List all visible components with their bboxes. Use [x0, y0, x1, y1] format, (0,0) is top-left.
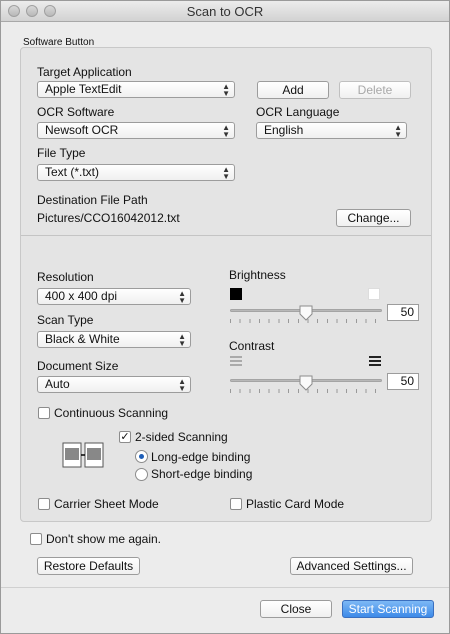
resolution-value: 400 x 400 dpi	[45, 289, 118, 303]
bottom-divider	[1, 587, 449, 588]
dark-square-icon	[230, 288, 242, 300]
document-size-select[interactable]: Auto ▲ ▼	[37, 376, 191, 393]
popup-arrows-icon: ▲ ▼	[178, 289, 186, 305]
target-application-label: Target Application	[37, 65, 132, 79]
popup-arrows-icon: ▲ ▼	[222, 165, 230, 181]
continuous-scanning-label: Continuous Scanning	[54, 406, 169, 420]
dont-show-checkbox[interactable]	[30, 533, 42, 545]
plastic-card-checkbox[interactable]	[230, 498, 242, 510]
plastic-card-label: Plastic Card Mode	[246, 497, 345, 511]
brightness-label: Brightness	[229, 268, 286, 282]
carrier-sheet-checkbox[interactable]	[38, 498, 50, 510]
brightness-slider[interactable]	[230, 305, 382, 335]
two-sided-scanning-label: 2-sided Scanning	[135, 430, 228, 444]
contrast-slider-thumb[interactable]	[299, 375, 313, 391]
ocr-language-value: English	[264, 123, 304, 137]
destination-label: Destination File Path	[37, 193, 148, 207]
two-sided-scanning-checkbox[interactable]: ✓	[119, 431, 131, 443]
target-application-select[interactable]: Apple TextEdit ▲ ▼	[37, 81, 235, 98]
scan-to-ocr-window: Scan to OCR Software Button Target Appli…	[0, 0, 450, 634]
continuous-scanning-checkbox[interactable]	[38, 407, 50, 419]
change-button[interactable]: Change...	[336, 209, 411, 227]
window-title: Scan to OCR	[186, 4, 264, 19]
carrier-sheet-label: Carrier Sheet Mode	[54, 497, 159, 511]
restore-defaults-button[interactable]: Restore Defaults	[37, 557, 140, 575]
scan-type-value: Black & White	[45, 332, 120, 346]
low-contrast-icon	[230, 356, 242, 366]
contrast-value[interactable]: 50	[387, 373, 419, 390]
popup-arrows-icon: ▲ ▼	[222, 82, 230, 98]
short-edge-radio[interactable]	[135, 468, 148, 481]
destination-path: Pictures/CCO16042012.txt	[37, 211, 180, 225]
close-button[interactable]: Close	[260, 600, 332, 618]
file-type-select[interactable]: Text (*.txt) ▲ ▼	[37, 164, 235, 181]
divider	[21, 235, 431, 236]
popup-arrows-icon: ▲ ▼	[394, 123, 402, 139]
light-square-icon	[368, 288, 380, 300]
ocr-language-select[interactable]: English ▲ ▼	[256, 122, 407, 139]
long-edge-radio[interactable]	[135, 450, 148, 463]
file-type-value: Text (*.txt)	[45, 165, 100, 179]
high-contrast-icon	[369, 356, 381, 366]
contrast-slider[interactable]	[230, 375, 382, 405]
contrast-label: Contrast	[229, 339, 275, 353]
dont-show-label: Don't show me again.	[46, 532, 162, 546]
document-size-label: Document Size	[37, 359, 119, 373]
brightness-slider-thumb[interactable]	[299, 305, 313, 321]
resolution-label: Resolution	[37, 270, 94, 284]
file-type-label: File Type	[37, 146, 86, 160]
start-scanning-button[interactable]: Start Scanning	[342, 600, 434, 618]
ocr-software-select[interactable]: Newsoft OCR ▲ ▼	[37, 122, 235, 139]
ocr-software-label: OCR Software	[37, 105, 115, 119]
resolution-select[interactable]: 400 x 400 dpi ▲ ▼	[37, 288, 191, 305]
brightness-value[interactable]: 50	[387, 304, 419, 321]
target-application-value: Apple TextEdit	[45, 82, 122, 96]
short-edge-label: Short-edge binding	[151, 467, 253, 481]
ocr-language-label: OCR Language	[256, 105, 340, 119]
advanced-settings-button[interactable]: Advanced Settings...	[290, 557, 413, 575]
popup-arrows-icon: ▲ ▼	[222, 123, 230, 139]
add-button[interactable]: Add	[257, 81, 329, 99]
popup-arrows-icon: ▲ ▼	[178, 332, 186, 348]
scan-type-label: Scan Type	[37, 313, 94, 327]
two-sided-scan-icon	[62, 442, 104, 468]
title-bar: Scan to OCR	[1, 1, 449, 22]
popup-arrows-icon: ▲ ▼	[178, 377, 186, 393]
long-edge-label: Long-edge binding	[151, 450, 251, 464]
scan-type-select[interactable]: Black & White ▲ ▼	[37, 331, 191, 348]
delete-button[interactable]: Delete	[339, 81, 411, 99]
document-size-value: Auto	[45, 377, 70, 391]
ocr-software-value: Newsoft OCR	[45, 123, 119, 137]
